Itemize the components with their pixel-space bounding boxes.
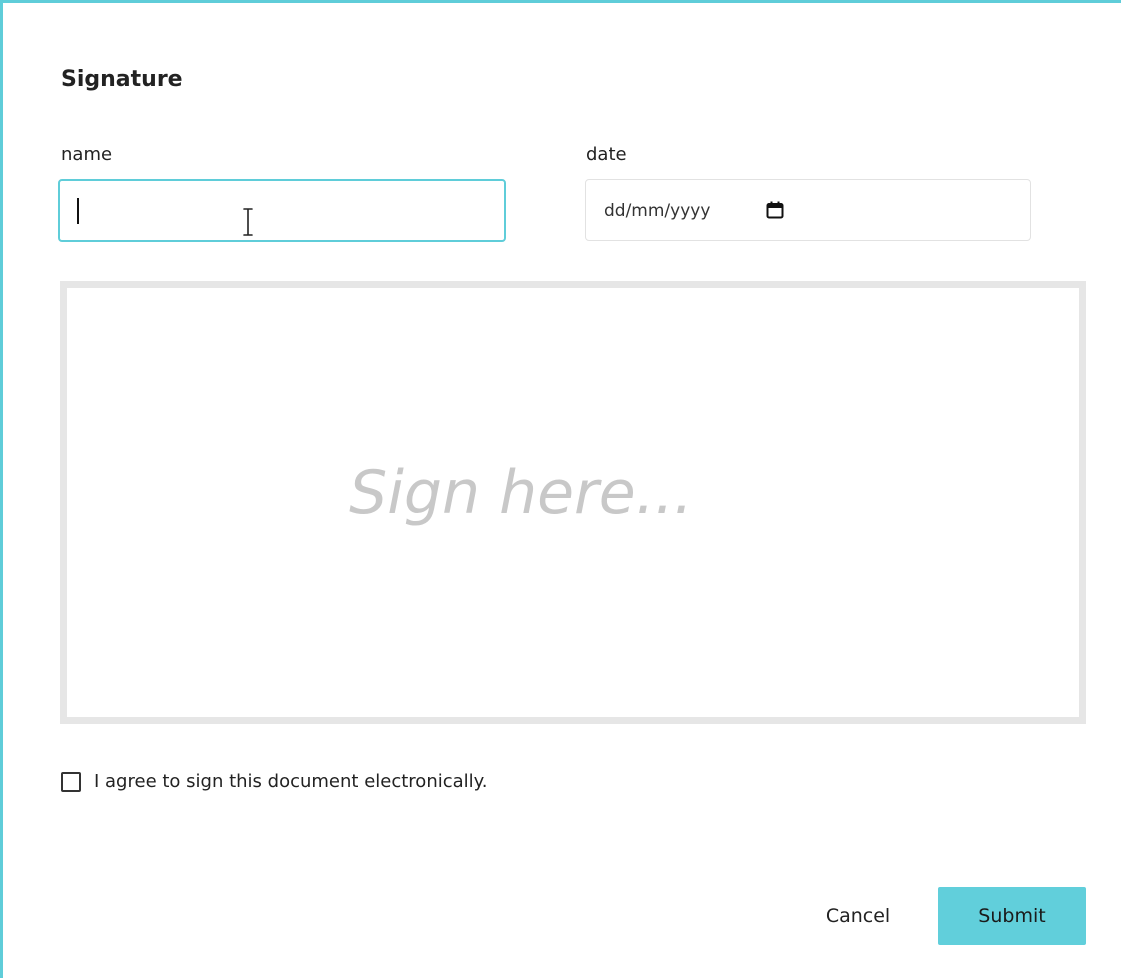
calendar-icon[interactable]: [766, 201, 784, 219]
text-caret: [77, 198, 79, 224]
dialog-title: Signature: [61, 67, 183, 92]
signature-pad[interactable]: Sign here...: [60, 281, 1086, 724]
name-label: name: [61, 144, 113, 165]
cancel-button[interactable]: Cancel: [803, 887, 913, 945]
date-label: date: [586, 144, 627, 165]
submit-button[interactable]: Submit: [938, 887, 1086, 945]
signature-dialog: Signature name date dd/mm/yyyy Sign here…: [0, 0, 1121, 978]
consent-checkbox[interactable]: [61, 772, 81, 792]
date-input[interactable]: dd/mm/yyyy: [585, 179, 1031, 241]
signature-placeholder: Sign here...: [349, 458, 693, 528]
text-cursor-icon: [243, 208, 253, 236]
date-placeholder: dd/mm/yyyy: [604, 201, 711, 221]
consent-row[interactable]: I agree to sign this document electronic…: [61, 769, 487, 795]
consent-label[interactable]: I agree to sign this document electronic…: [94, 770, 487, 794]
name-input[interactable]: [58, 179, 506, 242]
